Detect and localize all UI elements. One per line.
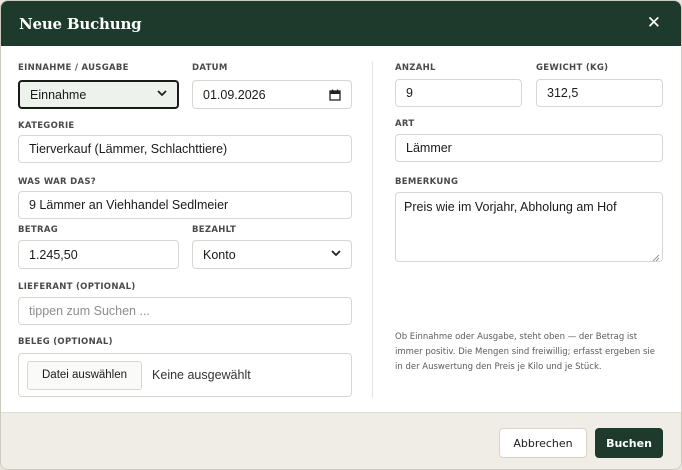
dialog-title: Neue Buchung — [19, 14, 142, 33]
kind-label: ART — [395, 119, 415, 129]
amount-field[interactable]: 1.245,50 — [18, 240, 179, 269]
note-value: Preis wie im Vorjahr, Abholung am Hof — [404, 200, 617, 214]
choose-file-button[interactable]: Datei auswählen — [27, 360, 143, 390]
kind-value: Lämmer — [406, 141, 452, 155]
close-icon[interactable]: ✕ — [647, 15, 661, 32]
count-label: ANZAHL — [395, 63, 436, 73]
description-field[interactable]: 9 Lämmer an Viehhandel Sedlmeier — [18, 191, 352, 219]
date-label: DATUM — [192, 63, 228, 73]
description-label: WAS WAR DAS? — [18, 177, 97, 187]
paid-select-value: Konto — [203, 247, 236, 262]
weight-value: 312,5 — [547, 86, 579, 100]
category-label: KATEGORIE — [18, 121, 75, 131]
receipt-label: BELEG (OPTIONAL) — [18, 337, 113, 347]
supplier-search-input[interactable]: tippen zum Suchen ... — [18, 297, 352, 325]
kind-field[interactable]: Lämmer — [395, 134, 663, 162]
cancel-button[interactable]: Abbrechen — [499, 428, 587, 458]
note-textarea[interactable]: Preis wie im Vorjahr, Abholung am Hof — [395, 192, 663, 262]
weight-label: GEWICHT (KG) — [536, 63, 609, 73]
column-divider — [372, 62, 373, 398]
description-value: 9 Lämmer an Viehhandel Sedlmeier — [29, 198, 229, 212]
supplier-placeholder: tippen zum Suchen ... — [29, 304, 150, 318]
count-field[interactable]: 9 — [395, 79, 522, 107]
date-value: 01.09.2026 — [203, 87, 266, 102]
receipt-file-input[interactable]: Datei auswählen Keine ausgewählt — [18, 353, 352, 397]
booking-dialog: Neue Buchung ✕ EINNAHME / AUSGABE Einnah… — [0, 0, 682, 470]
category-value: Tierverkauf (Lämmer, Schlachttiere) — [29, 142, 228, 156]
count-value: 9 — [406, 86, 413, 100]
chevron-down-icon — [331, 249, 341, 260]
type-label: EINNAHME / AUSGABE — [18, 63, 129, 73]
paid-label: BEZAHLT — [192, 225, 237, 235]
chevron-down-icon — [157, 89, 167, 100]
type-select[interactable]: Einnahme — [18, 80, 179, 109]
category-field[interactable]: Tierverkauf (Lämmer, Schlachttiere) — [18, 135, 352, 163]
supplier-label: LIEFERANT (OPTIONAL) — [18, 282, 136, 292]
calendar-icon[interactable] — [329, 89, 341, 101]
paid-select[interactable]: Konto — [192, 240, 352, 269]
note-label: BEMERKUNG — [395, 177, 459, 187]
file-status: Keine ausgewählt — [152, 368, 251, 382]
dialog-footer: Abbrechen Buchen — [1, 412, 681, 469]
help-text: Ob Einnahme oder Ausgabe, steht oben — d… — [395, 332, 655, 372]
submit-button[interactable]: Buchen — [595, 428, 663, 458]
dialog-header: Neue Buchung ✕ — [1, 1, 681, 46]
date-input[interactable]: 01.09.2026 — [192, 80, 352, 109]
amount-value: 1.245,50 — [29, 247, 78, 262]
type-select-value: Einnahme — [30, 87, 87, 102]
resize-grip-icon[interactable] — [652, 251, 660, 262]
weight-field[interactable]: 312,5 — [536, 79, 663, 107]
amount-label: BETRAG — [18, 225, 58, 235]
